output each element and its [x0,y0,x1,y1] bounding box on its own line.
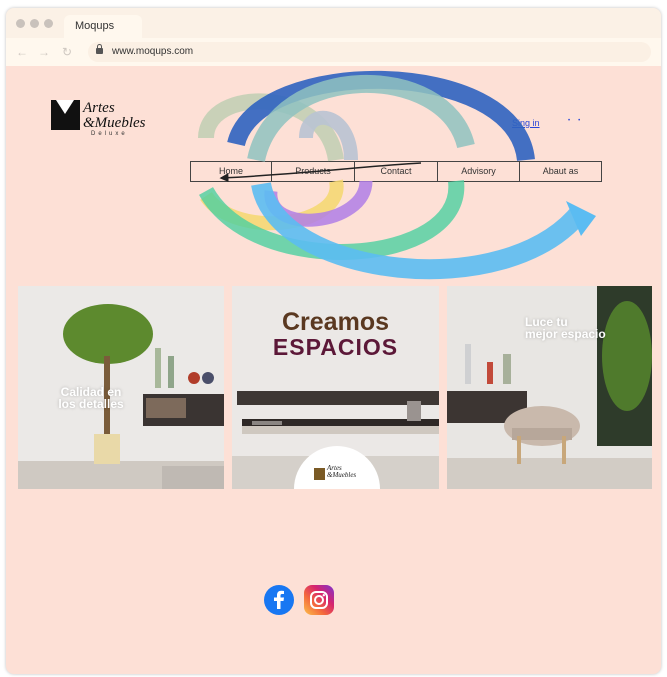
instagram-glyph [310,591,328,609]
badge-logo-icon [314,468,325,480]
badge-text-line2: &Muebles [327,471,357,479]
gallery-panel-espacios[interactable]: Creamos ESPACIOS Artes &Muebles [232,286,439,489]
reload-icon[interactable]: ↻ [62,45,72,59]
browser-window: Moqups ← → ↻ www.moqups.com Artes &Muebl… [6,8,661,674]
caption-line-2: los detalles [58,397,124,411]
gallery-caption-detalles: Calidad en los detalles [46,386,136,410]
title-bar: Moqups [6,8,661,38]
gallery-panel-detalles[interactable]: Calidad en los detalles [18,286,224,489]
facebook-icon[interactable] [264,585,294,615]
minimize-window-icon[interactable] [30,19,39,28]
maximize-window-icon[interactable] [44,19,53,28]
browser-tab[interactable]: Moqups [64,15,142,38]
facebook-glyph [274,590,284,609]
arrow-contact-to-home-line [219,162,422,183]
url-field[interactable]: www.moqups.com [88,42,651,62]
gallery-caption-luce: Luce tu mejor espacio [525,316,625,340]
close-window-icon[interactable] [16,19,25,28]
arrow-right-icon[interactable]: → [38,45,50,59]
page-content: Artes &Muebles Deluxe Sing in •• Home Pr… [6,66,661,674]
address-bar: ← → ↻ www.moqups.com [6,38,661,66]
gallery-panel-luce[interactable]: Luce tu mejor espacio [447,286,652,489]
headline-espacios: ESPACIOS [272,334,399,360]
instagram-icon[interactable] [304,585,334,615]
arrow-left-icon[interactable]: ← [16,45,28,59]
url-text: www.moqups.com [112,46,194,57]
lock-icon [96,44,103,54]
headline-creamos: Creamos [282,308,389,336]
caption-line-2: mejor espacio [525,327,606,341]
